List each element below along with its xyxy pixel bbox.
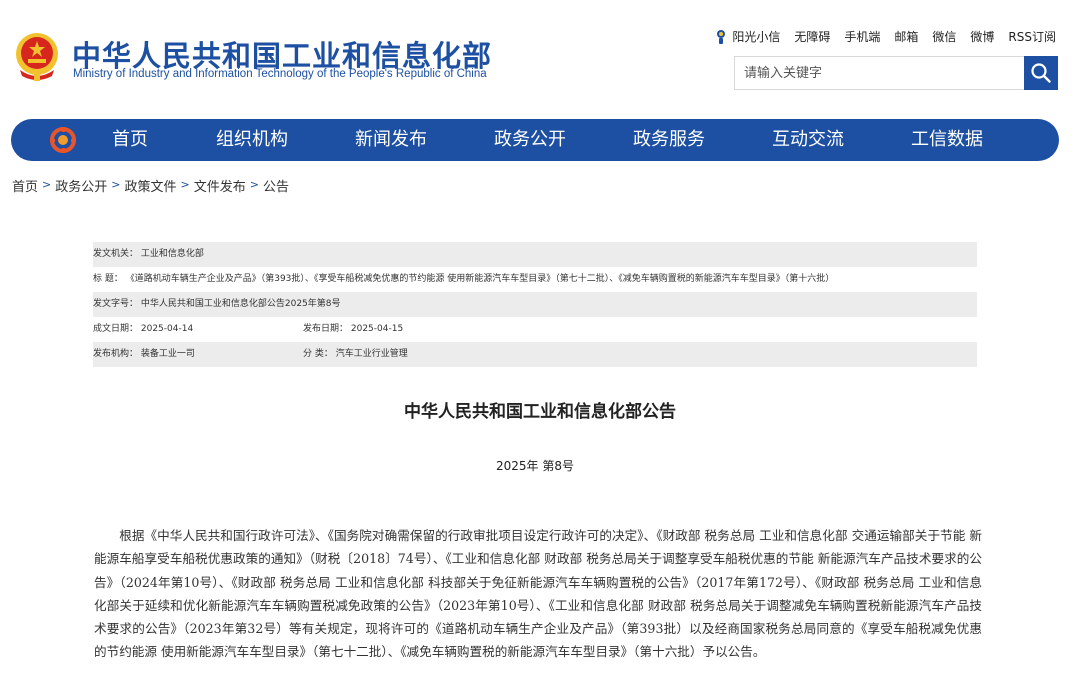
search-icon bbox=[1031, 63, 1051, 83]
breadcrumb-separator: > bbox=[249, 178, 259, 191]
toplink-label[interactable]: 阳光小信 bbox=[732, 28, 780, 45]
document-body: 根据《中华人民共和国行政许可法》、《国务院对确需保留的行政审批项目设定行政许可的… bbox=[94, 528, 982, 660]
search-button[interactable] bbox=[1024, 56, 1058, 90]
document-info-table: 发文机关： 工业和信息化部 标 题： 《道路机动车辆生产企业及产品》（第393批… bbox=[93, 242, 977, 367]
info-doc-number: 发文字号： 中华人民共和国工业和信息化部公告2025年第8号 bbox=[93, 299, 341, 309]
toplink-accessibility[interactable]: 无障碍 bbox=[794, 28, 830, 45]
nav-item-data[interactable]: 工信数据 bbox=[911, 119, 983, 161]
nav-item-interaction[interactable]: 互动交流 bbox=[772, 119, 844, 161]
main-nav: 首页 组织机构 新闻发布 政务公开 政务服务 互动交流 工信数据 bbox=[11, 119, 1059, 161]
info-publisher: 发布机构： 装备工业一司 bbox=[93, 349, 195, 359]
search-input[interactable] bbox=[735, 57, 1025, 89]
info-row-publisher: 发布机构： 装备工业一司 分 类： 汽车工业行业管理 bbox=[93, 342, 977, 367]
info-published-date: 发布日期： 2025-04-15 bbox=[303, 324, 404, 334]
breadcrumb-publish[interactable]: 文件发布 bbox=[194, 176, 246, 195]
info-issuer: 发文机关： 工业和信息化部 bbox=[93, 249, 204, 259]
breadcrumb: 首页 > 政务公开 > 政策文件 > 文件发布 > 公告 bbox=[12, 176, 289, 195]
info-title: 标 题： 《道路机动车辆生产企业及产品》（第393批）、《享受车船税减免优惠的节… bbox=[93, 274, 835, 284]
breadcrumb-home[interactable]: 首页 bbox=[12, 176, 38, 195]
document-title: 中华人民共和国工业和信息化部公告 bbox=[404, 402, 676, 422]
nav-item-news[interactable]: 新闻发布 bbox=[355, 119, 427, 161]
toplink-wechat[interactable]: 微信 bbox=[932, 28, 956, 45]
info-row-issuer: 发文机关： 工业和信息化部 bbox=[93, 242, 977, 267]
toplink-weibo[interactable]: 微博 bbox=[970, 28, 994, 45]
toplink-sunshine[interactable]: 阳光小信 bbox=[714, 28, 780, 45]
mascot-icon bbox=[717, 29, 726, 44]
nav-item-gov-affairs[interactable]: 政务公开 bbox=[494, 119, 566, 161]
nav-item-organization[interactable]: 组织机构 bbox=[216, 119, 288, 161]
ministry-logo-icon[interactable] bbox=[49, 126, 77, 154]
breadcrumb-separator: > bbox=[180, 178, 190, 191]
info-row-doc-number: 发文字号： 中华人民共和国工业和信息化部公告2025年第8号 bbox=[93, 292, 977, 317]
site-header: 中华人民共和国工业和信息化部 Ministry of Industry and … bbox=[0, 0, 1080, 112]
national-emblem-icon[interactable] bbox=[12, 30, 62, 82]
nav-item-gov-service[interactable]: 政务服务 bbox=[633, 119, 705, 161]
toplink-mail[interactable]: 邮箱 bbox=[894, 28, 918, 45]
breadcrumb-separator: > bbox=[42, 178, 52, 191]
site-title-en[interactable]: Ministry of Industry and Information Tec… bbox=[73, 68, 487, 80]
search-box bbox=[734, 56, 1058, 90]
breadcrumb-announcement[interactable]: 公告 bbox=[263, 176, 289, 195]
info-created-date: 成文日期： 2025-04-14 bbox=[93, 324, 194, 334]
info-row-dates: 成文日期： 2025-04-14 发布日期： 2025-04-15 bbox=[93, 317, 977, 342]
nav-item-home[interactable]: 首页 bbox=[112, 119, 148, 161]
breadcrumb-separator: > bbox=[111, 178, 121, 191]
toplink-rss[interactable]: RSS订阅 bbox=[1008, 28, 1056, 45]
info-row-title: 标 题： 《道路机动车辆生产企业及产品》（第393批）、《享受车船税减免优惠的节… bbox=[93, 267, 977, 292]
top-links: 阳光小信 无障碍 手机端 邮箱 微信 微博 RSS订阅 bbox=[714, 28, 1056, 45]
document-number: 2025年 第8号 bbox=[496, 459, 574, 473]
toplink-mobile[interactable]: 手机端 bbox=[844, 28, 880, 45]
breadcrumb-gov-affairs[interactable]: 政务公开 bbox=[55, 176, 107, 195]
info-category: 分 类： 汽车工业行业管理 bbox=[303, 349, 408, 359]
breadcrumb-policy[interactable]: 政策文件 bbox=[124, 176, 176, 195]
